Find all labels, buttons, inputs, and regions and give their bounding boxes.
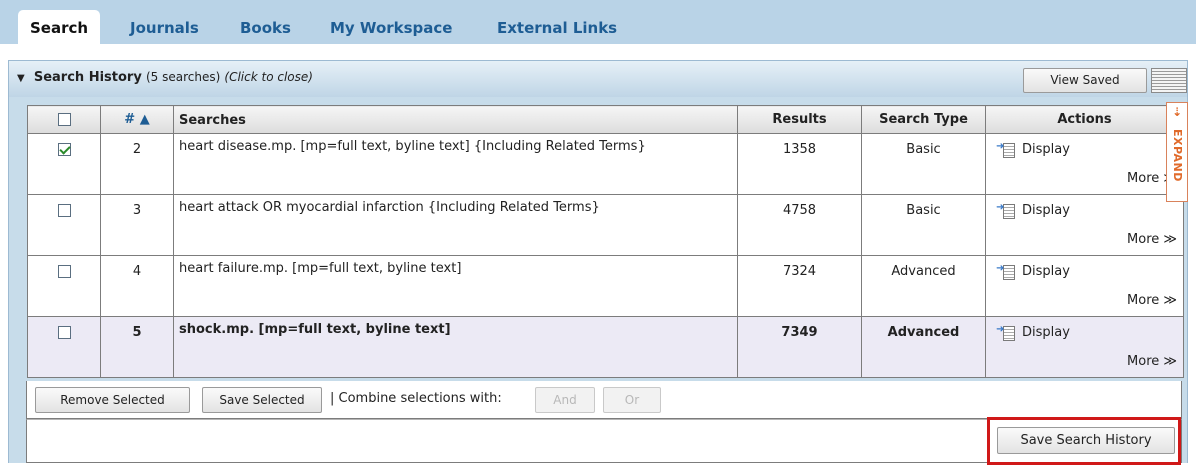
search-history-table: # ▲ Searches Results Search Type Actions… bbox=[27, 105, 1184, 378]
search-query: heart disease.mp. [mp=full text, byline … bbox=[173, 133, 738, 195]
display-link[interactable]: Display bbox=[996, 324, 1070, 341]
results-header: Results bbox=[737, 105, 862, 134]
row-actions: Display More ≫ bbox=[985, 133, 1184, 195]
display-label: Display bbox=[1022, 264, 1070, 279]
table-row: 2 heart disease.mp. [mp=full text, bylin… bbox=[27, 133, 1184, 195]
row-actions: Display More ≫ bbox=[985, 255, 1184, 317]
display-label: Display bbox=[1022, 142, 1070, 157]
main-tab-bar: Search Journals Books My Workspace Exter… bbox=[0, 0, 1196, 44]
save-search-history-button[interactable]: Save Search History bbox=[997, 427, 1175, 454]
display-document-icon bbox=[996, 202, 1016, 219]
display-document-icon bbox=[996, 324, 1016, 341]
select-all-cell bbox=[27, 105, 101, 134]
search-type-header: Search Type bbox=[861, 105, 986, 134]
combine-label: | Combine selections with: bbox=[330, 391, 502, 406]
view-saved-button[interactable]: View Saved bbox=[1023, 68, 1147, 93]
panel-title: Search History bbox=[33, 70, 142, 85]
result-count: 1358 bbox=[737, 133, 862, 195]
result-count: 4758 bbox=[737, 194, 862, 256]
combine-or-button[interactable]: Or bbox=[603, 387, 661, 413]
row-actions: Display More ≫ bbox=[985, 194, 1184, 256]
expand-tab[interactable]: ⇣ EXPAND bbox=[1166, 102, 1188, 202]
tab-books[interactable]: Books bbox=[240, 12, 291, 44]
display-document-icon bbox=[996, 141, 1016, 158]
search-query: shock.mp. [mp=full text, byline text] bbox=[173, 316, 738, 378]
display-link[interactable]: Display bbox=[996, 202, 1070, 219]
search-query: heart failure.mp. [mp=full text, byline … bbox=[173, 255, 738, 317]
row-checkbox[interactable] bbox=[57, 204, 71, 217]
search-type: Advanced bbox=[861, 316, 986, 378]
row-number: 5 bbox=[100, 316, 174, 378]
row-checkbox[interactable] bbox=[57, 265, 71, 278]
more-link[interactable]: More ≫ bbox=[1127, 293, 1177, 308]
save-history-row: Save Search History bbox=[26, 417, 1182, 465]
collapse-arrow-icon: ▼ bbox=[17, 73, 25, 84]
actions-header: Actions bbox=[985, 105, 1184, 134]
search-type: Advanced bbox=[861, 255, 986, 317]
list-view-icon[interactable] bbox=[1151, 68, 1187, 93]
close-hint: (Click to close) bbox=[224, 70, 313, 84]
searches-header: Searches bbox=[173, 105, 738, 134]
row-select-cell bbox=[27, 255, 101, 317]
tab-search[interactable]: Search bbox=[18, 10, 101, 44]
table-row: 4 heart failure.mp. [mp=full text, bylin… bbox=[27, 255, 1184, 317]
search-history-toggle[interactable]: ▼ Search History (5 searches) (Click to … bbox=[17, 70, 313, 85]
row-number: 3 bbox=[100, 194, 174, 256]
sort-by-number-header[interactable]: # ▲ bbox=[100, 105, 174, 134]
display-label: Display bbox=[1022, 325, 1070, 340]
row-select-cell bbox=[27, 133, 101, 195]
result-count: 7349 bbox=[737, 316, 862, 378]
search-query: heart attack OR myocardial infarction {I… bbox=[173, 194, 738, 256]
expand-arrow-icon: ⇣ bbox=[1172, 105, 1183, 119]
row-checkbox[interactable] bbox=[57, 143, 71, 156]
display-label: Display bbox=[1022, 203, 1070, 218]
row-select-cell bbox=[27, 316, 101, 378]
tab-external-links[interactable]: External Links bbox=[497, 12, 617, 44]
expand-label: EXPAND bbox=[1171, 129, 1184, 182]
tab-journals[interactable]: Journals bbox=[130, 12, 199, 44]
search-type: Basic bbox=[861, 133, 986, 195]
select-all-checkbox[interactable] bbox=[57, 113, 71, 126]
more-link[interactable]: More ≫ bbox=[1127, 354, 1177, 369]
save-selected-button[interactable]: Save Selected bbox=[202, 387, 322, 413]
display-link[interactable]: Display bbox=[996, 263, 1070, 280]
display-link[interactable]: Display bbox=[996, 141, 1070, 158]
tab-my-workspace[interactable]: My Workspace bbox=[330, 12, 452, 44]
search-count: (5 searches) bbox=[145, 70, 221, 84]
row-actions: Display More ≫ bbox=[985, 316, 1184, 378]
result-count: 7324 bbox=[737, 255, 862, 317]
table-row: 3 heart attack OR myocardial infarction … bbox=[27, 194, 1184, 256]
selection-actions-row: Remove Selected Save Selected | Combine … bbox=[26, 381, 1182, 419]
panel-header[interactable]: ▼ Search History (5 searches) (Click to … bbox=[9, 61, 1187, 97]
table-header-row: # ▲ Searches Results Search Type Actions bbox=[27, 105, 1184, 134]
remove-selected-button[interactable]: Remove Selected bbox=[35, 387, 190, 413]
display-document-icon bbox=[996, 263, 1016, 280]
row-checkbox[interactable] bbox=[57, 326, 71, 339]
more-link[interactable]: More ≫ bbox=[1127, 232, 1177, 247]
row-number: 4 bbox=[100, 255, 174, 317]
row-number: 2 bbox=[100, 133, 174, 195]
table-row: 5 shock.mp. [mp=full text, byline text] … bbox=[27, 316, 1184, 378]
search-type: Basic bbox=[861, 194, 986, 256]
row-select-cell bbox=[27, 194, 101, 256]
combine-and-button[interactable]: And bbox=[535, 387, 595, 413]
